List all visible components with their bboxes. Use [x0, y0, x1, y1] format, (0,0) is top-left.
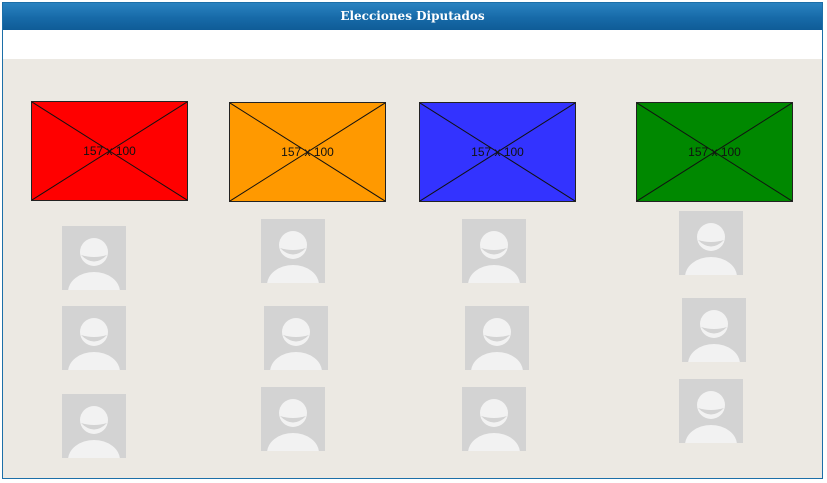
placeholder-label: 157 x 100	[83, 144, 136, 158]
candidate-avatar[interactable]	[62, 226, 126, 290]
app-window: Elecciones Diputados 157 x 100 157 x 100…	[2, 2, 823, 479]
candidate-avatar[interactable]	[462, 387, 526, 451]
user-avatar-icon	[68, 406, 120, 458]
party-logo-1[interactable]: 157 x 100	[31, 101, 188, 201]
candidate-avatar[interactable]	[462, 219, 526, 283]
candidate-avatar[interactable]	[261, 219, 325, 283]
candidate-avatar[interactable]	[264, 306, 328, 370]
candidate-avatar[interactable]	[62, 306, 126, 370]
user-avatar-icon	[267, 399, 319, 451]
user-avatar-icon	[688, 310, 740, 362]
user-avatar-icon	[468, 399, 520, 451]
candidate-avatar[interactable]	[679, 379, 743, 443]
placeholder-label: 157 x 100	[688, 145, 741, 159]
user-avatar-icon	[468, 231, 520, 283]
user-avatar-icon	[267, 231, 319, 283]
main-content: 157 x 100 157 x 100 157 x 100 157 x 100	[3, 59, 822, 478]
placeholder-label: 157 x 100	[281, 145, 334, 159]
candidate-avatar[interactable]	[62, 394, 126, 458]
party-logo-2[interactable]: 157 x 100	[229, 102, 386, 202]
user-avatar-icon	[270, 318, 322, 370]
toolbar-area	[3, 30, 822, 59]
party-logo-4[interactable]: 157 x 100	[636, 102, 793, 202]
user-avatar-icon	[685, 223, 737, 275]
candidate-avatar[interactable]	[465, 306, 529, 370]
placeholder-label: 157 x 100	[471, 145, 524, 159]
user-avatar-icon	[685, 391, 737, 443]
candidate-avatar[interactable]	[682, 298, 746, 362]
candidate-avatar[interactable]	[679, 211, 743, 275]
candidate-avatar[interactable]	[261, 387, 325, 451]
party-logo-3[interactable]: 157 x 100	[419, 102, 576, 202]
user-avatar-icon	[68, 318, 120, 370]
user-avatar-icon	[68, 238, 120, 290]
window-title: Elecciones Diputados	[3, 3, 822, 30]
user-avatar-icon	[471, 318, 523, 370]
